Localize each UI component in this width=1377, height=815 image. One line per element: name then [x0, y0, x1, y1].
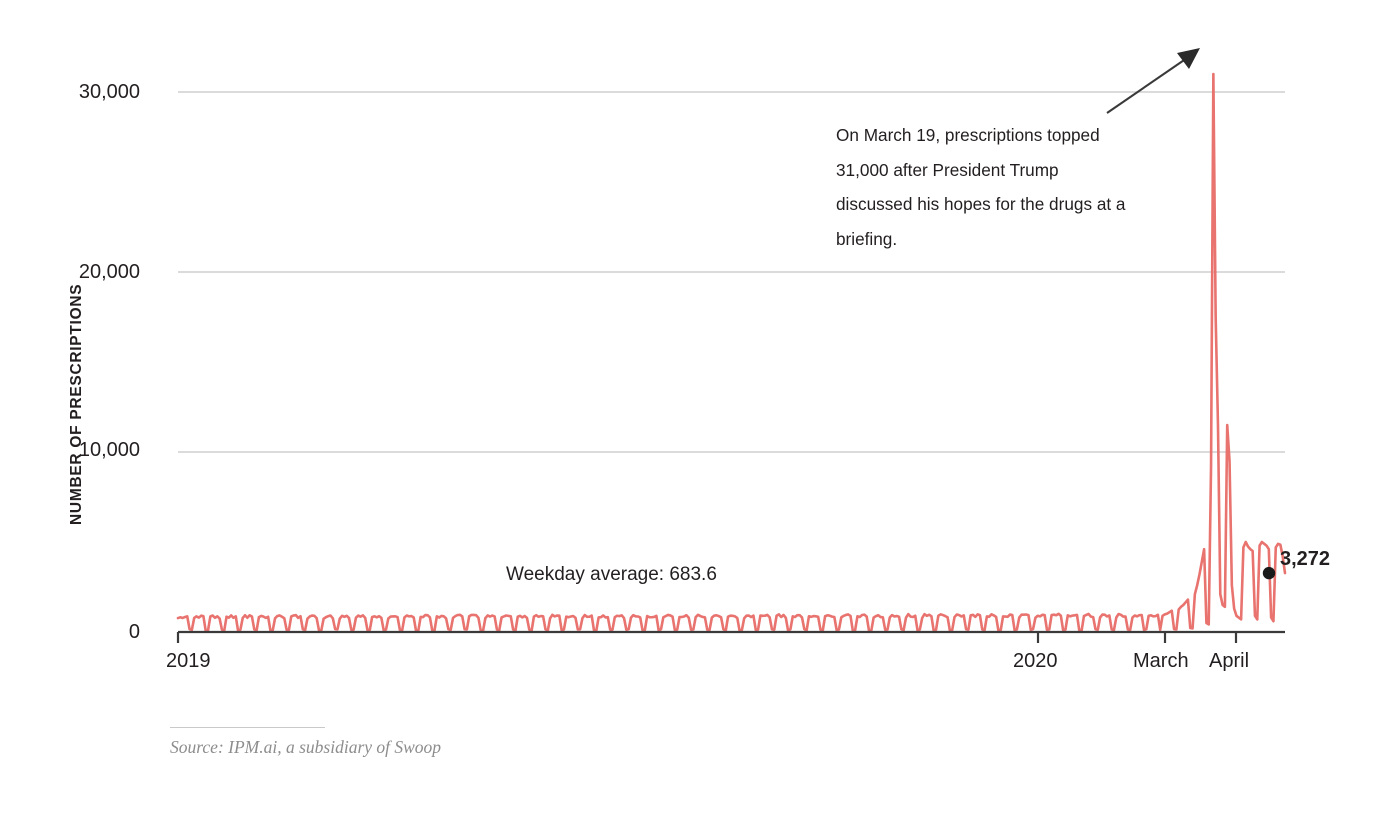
- source-credit: Source: IPM.ai, a subsidiary of Swoop: [170, 737, 442, 757]
- y-tick-label-30000: 30,000: [78, 81, 140, 103]
- y-tick-label-0: 0: [128, 621, 140, 643]
- endpoint-dot: [1262, 566, 1276, 580]
- arrow-shaft: [1106, 55, 1191, 114]
- x-tick-label-2020: 2020: [1013, 650, 1058, 672]
- endpoint-value-label: 3,272: [1280, 548, 1331, 570]
- arrow-head-icon: [1177, 48, 1200, 69]
- spike-callout-text: On March 19, prescriptions topped 31,000…: [836, 125, 1126, 249]
- x-axis: [176, 630, 1285, 643]
- y-tick-label-10000: 10,000: [78, 439, 140, 461]
- x-tick-label-2019: 2019: [166, 650, 211, 672]
- x-tick-label-march: March: [1133, 650, 1189, 672]
- callout-arrow: [1106, 48, 1200, 114]
- x-tick-label-april: April: [1209, 650, 1250, 672]
- weekday-average-label: Weekday average: 683.6: [506, 564, 717, 585]
- y-axis-title: NUMBER OF PRESCRIPTIONS: [68, 283, 85, 525]
- y-tick-label-20000: 20,000: [78, 261, 140, 283]
- plot-area: [176, 48, 1287, 643]
- source-divider: [170, 727, 325, 728]
- prescriptions-line-chart: NUMBER OF PRESCRIPTIONS 0 10,000 20,000 …: [0, 0, 1377, 815]
